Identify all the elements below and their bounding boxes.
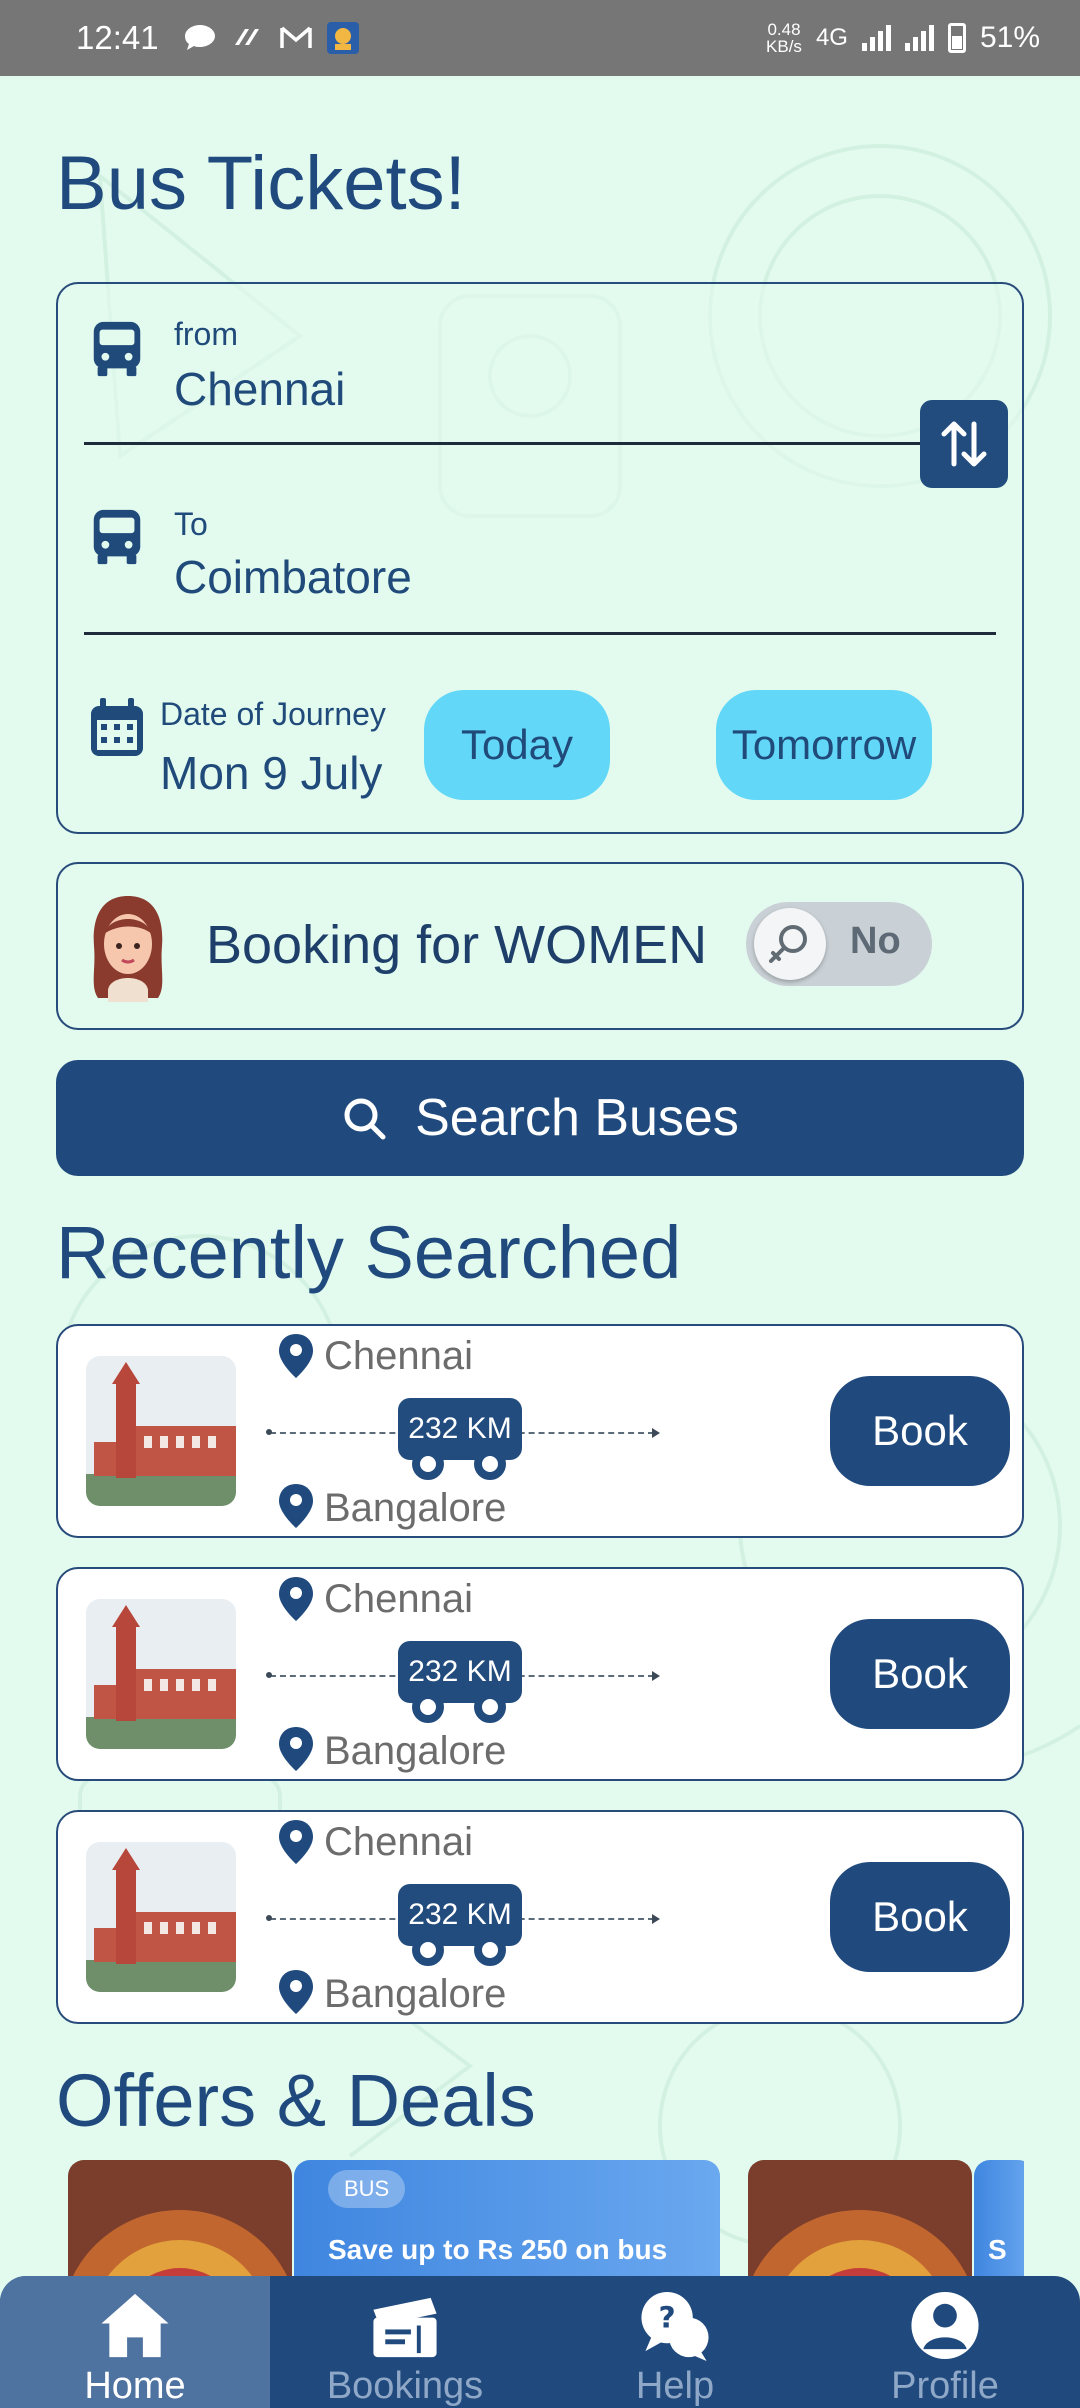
route-from: Chennai [324, 1334, 474, 1378]
to-label: To [174, 506, 208, 542]
date-field[interactable]: Mon 9 July [160, 746, 382, 800]
swap-arrows-icon [941, 421, 987, 467]
route-to: Bangalore [324, 1972, 507, 2016]
wifi-signal-icon [861, 25, 891, 51]
offer-banner[interactable]: BUS Save up to Rs 250 on bus [294, 2160, 720, 2280]
offers-carousel[interactable]: BUS Save up to Rs 250 on bus S [68, 2160, 1024, 2280]
bus-icon [93, 509, 141, 565]
date-label: Date of Journey [160, 696, 386, 732]
woman-avatar [93, 896, 163, 1002]
location-pin-icon [279, 1334, 313, 1378]
female-symbol-icon [769, 925, 807, 963]
nav-home-label: Home [84, 2365, 186, 2407]
route-from: Chennai [324, 1820, 474, 1864]
status-bar: 12:41 0.48 KB/s 4G 51% [0, 0, 1080, 76]
distance-badge: 232 KM [398, 1884, 522, 1970]
distance-badge: 232 KM [398, 1641, 522, 1727]
search-buses-label: Search Buses [415, 1089, 739, 1147]
search-icon [344, 1098, 386, 1140]
location-pin-icon [279, 1484, 313, 1528]
offer-text: Save up to Rs 250 on bus [328, 2234, 668, 2265]
profile-icon [911, 2291, 979, 2360]
battery-icon [947, 23, 966, 53]
offer-text: S [988, 2234, 1007, 2265]
nav-bookings-label: Bookings [326, 2365, 484, 2407]
home-icon [101, 2293, 169, 2358]
location-pin-icon [279, 1577, 313, 1621]
chennai-station-thumbnail [86, 1356, 236, 1506]
offer-image [748, 2160, 972, 2280]
from-field[interactable]: Chennai [174, 362, 345, 416]
nav-profile-label: Profile [891, 2365, 999, 2407]
calendar-icon [91, 698, 143, 756]
chennai-station-thumbnail [86, 1599, 236, 1749]
nav-help-label: Help [635, 2365, 715, 2407]
to-divider [84, 632, 996, 635]
nav-profile[interactable]: Profile [810, 2276, 1080, 2408]
book-button[interactable]: Book [830, 1619, 1010, 1729]
toggle-label: No [850, 920, 901, 962]
network-type: 4G [815, 24, 848, 51]
recently-searched-title: Recently Searched [56, 1211, 682, 1294]
from-divider [84, 442, 924, 445]
from-label: from [174, 316, 238, 352]
ticket-icon [373, 2297, 437, 2358]
location-pin-icon [279, 1970, 313, 2014]
chennai-station-thumbnail [86, 1842, 236, 1992]
toggle-knob [754, 908, 826, 980]
gmail-icon [279, 26, 312, 48]
chat-bubble-icon [184, 25, 215, 50]
page-title: Bus Tickets! [56, 141, 466, 226]
book-button[interactable]: Book [830, 1862, 1010, 1972]
bus-icon [93, 321, 141, 377]
search-form-card: from Chennai To Coimbatore Date of Journ… [56, 282, 1024, 834]
route-to: Bangalore [324, 1729, 507, 1773]
book-button[interactable]: Book [830, 1376, 1010, 1486]
status-time: 12:41 [76, 19, 159, 56]
nav-bookings[interactable]: Bookings [270, 2276, 540, 2408]
route-to: Bangalore [324, 1486, 507, 1530]
offer-banner[interactable]: S [974, 2160, 1024, 2280]
bottom-navigation: Home Bookings ? Help Profile [0, 2276, 1080, 2408]
nav-home[interactable]: Home [0, 2276, 270, 2408]
help-icon: ? [641, 2291, 709, 2362]
net-speed: 0.48 KB/s [766, 20, 802, 56]
women-booking-toggle[interactable]: No [746, 902, 932, 986]
battery-percent: 51% [979, 21, 1040, 54]
nav-help[interactable]: ? Help [540, 2276, 810, 2408]
tomorrow-button[interactable]: Tomorrow [716, 690, 932, 800]
search-buses-button[interactable]: Search Buses [56, 1060, 1024, 1176]
recent-route-card[interactable]: Chennai 232 KM Bangalore Book [56, 1810, 1024, 2024]
location-pin-icon [279, 1727, 313, 1771]
today-button[interactable]: Today [424, 690, 610, 800]
offers-title: Offers & Deals [56, 2059, 536, 2142]
route-from: Chennai [324, 1577, 474, 1621]
swap-locations-button[interactable] [920, 400, 1008, 488]
distance-badge: 232 KM [398, 1398, 522, 1484]
offer-tag: BUS [328, 2170, 406, 2208]
offer-image [68, 2160, 292, 2280]
recent-route-card[interactable]: Chennai 232 KM Bangalore Book [56, 1324, 1024, 1538]
recent-route-card[interactable]: Chennai 232 KM Bangalore Book [56, 1567, 1024, 1781]
svg-text:?: ? [659, 2300, 676, 2334]
to-field[interactable]: Coimbatore [174, 550, 412, 604]
app-avatar-icon [326, 22, 359, 54]
location-pin-icon [279, 1820, 313, 1864]
women-booking-label: Booking for WOMEN [206, 915, 708, 975]
cell-signal-icon [904, 25, 934, 51]
swirl-app-icon [234, 29, 259, 45]
